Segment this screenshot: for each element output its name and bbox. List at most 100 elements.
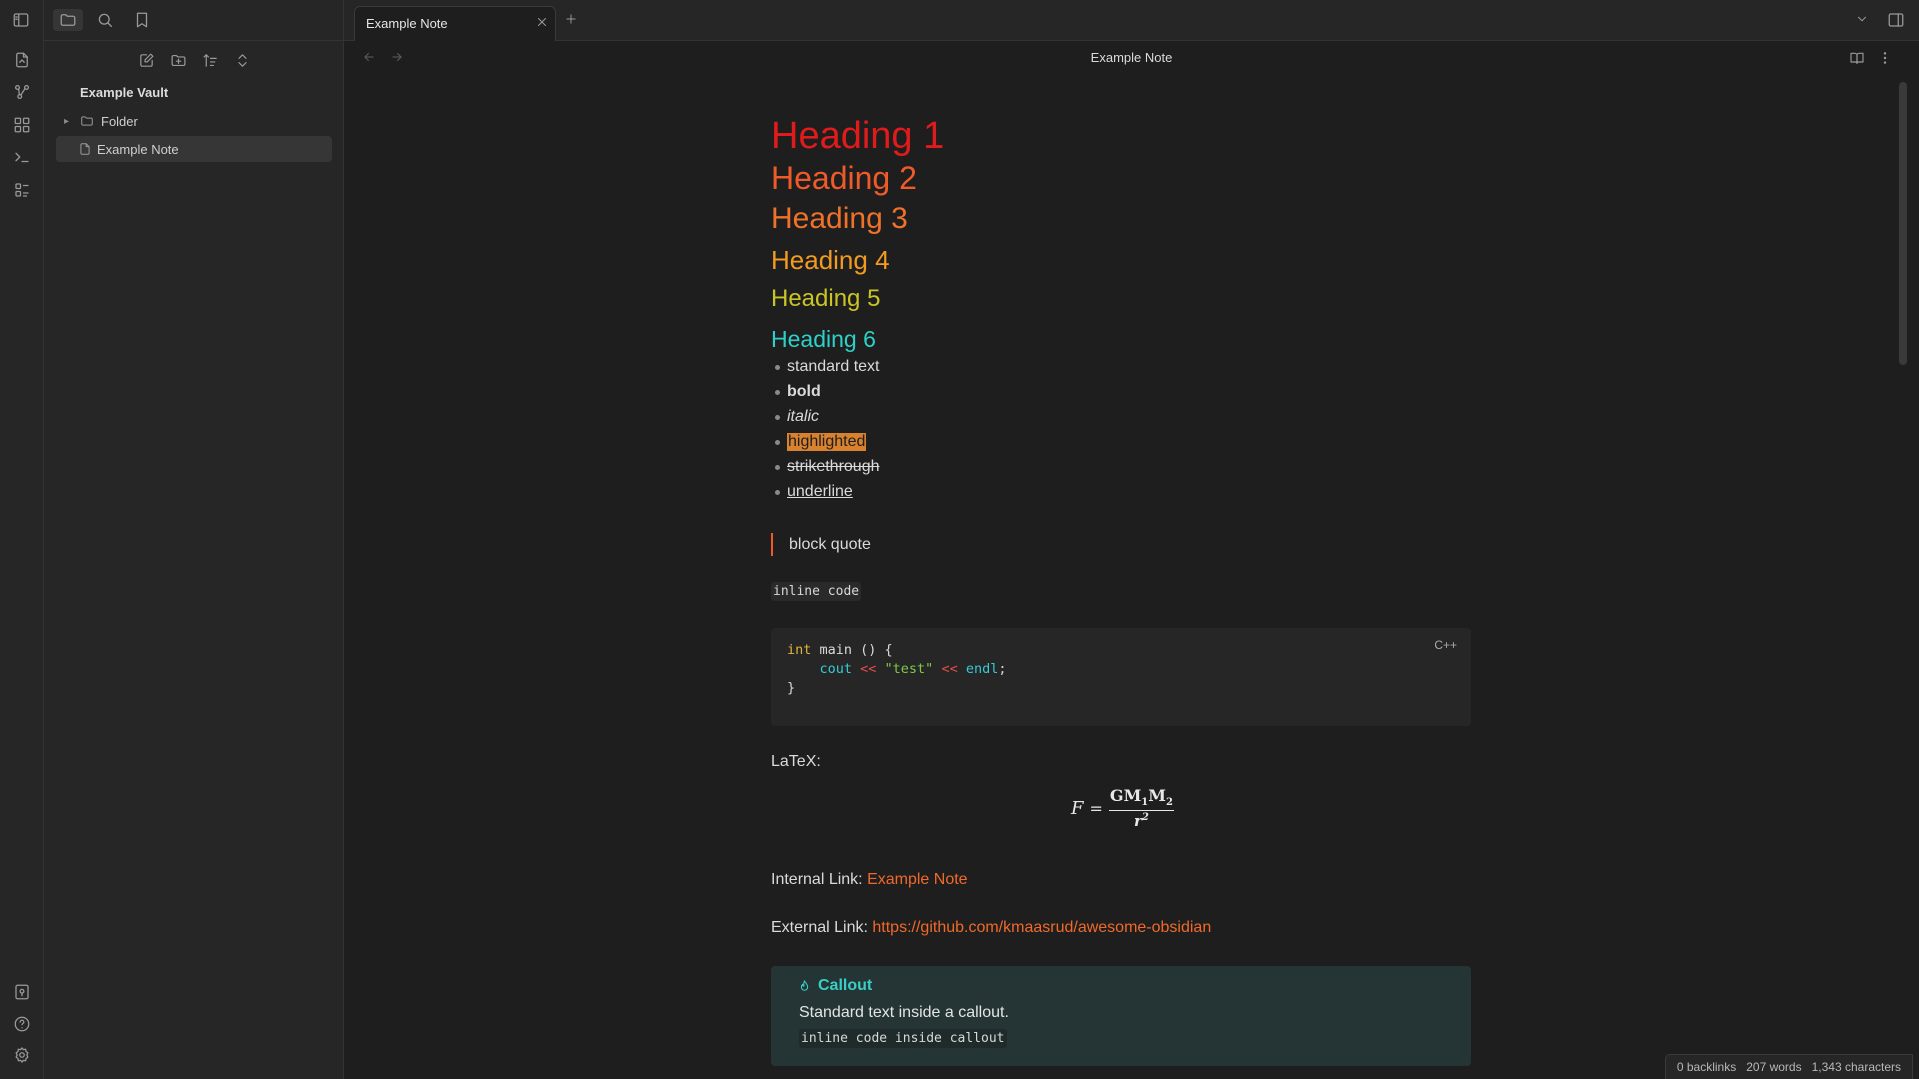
inline-code-span: inline code	[771, 582, 862, 601]
list-item: standard text	[771, 358, 880, 376]
ribbon	[0, 0, 44, 1079]
word-count: 207 words	[1746, 1060, 1802, 1074]
heading-4: Heading 4	[771, 245, 890, 275]
tab-title: Example Note	[366, 16, 448, 31]
latex-denominator: r2	[1134, 811, 1149, 830]
heading-5: Heading 5	[771, 285, 881, 312]
latex-sup: 2	[1141, 812, 1149, 824]
folder-icon	[80, 114, 94, 128]
bullet-dot	[775, 414, 780, 420]
search-tab-icon[interactable]	[90, 9, 120, 31]
heading-1: Heading 1	[771, 115, 945, 157]
templates-icon[interactable]	[12, 180, 32, 200]
standard-text: standard text	[787, 358, 880, 375]
collapse-all-icon[interactable]	[230, 49, 254, 71]
heading-6: Heading 6	[771, 326, 876, 352]
code-line-3: }	[787, 680, 795, 696]
new-tab-plus-icon[interactable]	[564, 12, 578, 26]
more-options-icon[interactable]	[1877, 50, 1893, 66]
vault-switcher-icon[interactable]	[12, 982, 32, 1002]
backlinks-count[interactable]: 0 backlinks	[1677, 1060, 1736, 1074]
command-palette-icon[interactable]	[12, 147, 32, 167]
inline-code-span: inline code inside callout	[799, 1029, 1007, 1048]
bullet-dot	[775, 364, 780, 370]
view-title[interactable]: Example Note	[344, 50, 1919, 65]
new-folder-icon[interactable]	[166, 49, 190, 71]
tab-example-note[interactable]: Example Note	[354, 6, 556, 41]
code-text: main () {	[811, 642, 893, 658]
settings-gear-icon[interactable]	[12, 1045, 32, 1065]
list-item: highlighted	[771, 433, 867, 451]
latex-numerator: GM1M2	[1108, 786, 1174, 812]
bookmarks-tab-icon[interactable]	[127, 9, 157, 31]
code-identifier: cout	[819, 661, 853, 677]
callout-inline-code: inline code inside callout	[799, 1029, 1007, 1048]
code-line-1: int main () {	[787, 642, 893, 658]
heading-2: Heading 2	[771, 160, 917, 196]
code-text: ;	[998, 661, 1007, 677]
callout-title: Callout	[797, 977, 872, 995]
canvas-icon[interactable]	[12, 115, 32, 135]
external-link-label: External Link:	[771, 919, 873, 936]
bullet-dot	[775, 439, 780, 445]
book-open-icon[interactable]	[1849, 50, 1865, 66]
underline-text: underline	[787, 483, 853, 500]
tree-file-item[interactable]: Example Note	[56, 136, 332, 162]
code-identifier: endl	[965, 661, 999, 677]
callout-title-text: Callout	[818, 977, 873, 994]
internal-link[interactable]: Example Note	[867, 871, 968, 888]
chevron-right-icon: ▸	[64, 115, 70, 127]
latex-sub: 2	[1165, 797, 1173, 809]
code-operator: <<	[852, 661, 885, 677]
tree-item-label: Example Note	[97, 141, 179, 157]
vault-name[interactable]: Example Vault	[80, 85, 168, 100]
callout: Callout Standard text inside a callout. …	[771, 966, 1471, 1066]
right-sidebar-toggle-icon[interactable]	[1887, 11, 1905, 29]
code-text: }	[787, 680, 796, 696]
graph-view-icon[interactable]	[12, 82, 32, 102]
tree-item-label: Folder	[101, 113, 138, 129]
internal-link-line: Internal Link: Example Note	[771, 871, 968, 889]
scrollbar[interactable]	[1899, 82, 1907, 365]
bullet-dot	[775, 489, 780, 495]
view-header: Example Note	[344, 41, 1919, 75]
file-icon	[78, 142, 92, 156]
italic-text: italic	[787, 408, 820, 425]
status-bar: 0 backlinks 207 words 1,343 characters	[1664, 1054, 1913, 1079]
latex-label: LaTeX:	[771, 753, 821, 770]
close-icon[interactable]	[535, 15, 549, 29]
quick-switcher-icon[interactable]	[12, 50, 32, 70]
code-block: C++ int main () { cout << "test" << endl…	[771, 628, 1471, 726]
chevron-down-icon[interactable]	[1855, 12, 1869, 26]
help-icon[interactable]	[12, 1014, 32, 1034]
bullet-dot	[775, 464, 780, 470]
file-explorer-tab-icon[interactable]	[53, 9, 83, 31]
latex-num-text: M	[1148, 786, 1166, 805]
list-item: strikethrough	[771, 458, 880, 476]
external-link[interactable]: https://github.com/kmaasrud/awesome-obsi…	[872, 919, 1211, 936]
bold-text: bold	[787, 383, 821, 400]
code-line-2: cout << "test" << endl;	[787, 661, 1007, 677]
character-count: 1,343 characters	[1811, 1060, 1901, 1074]
code-language-label: C++	[1434, 638, 1457, 652]
latex-equation: F = GM1M2 r2	[1071, 786, 1174, 830]
inline-code: inline code	[771, 582, 862, 601]
strikethrough-text: strikethrough	[787, 458, 880, 475]
flame-icon	[797, 979, 818, 994]
list-item: bold	[771, 383, 821, 401]
code-keyword: int	[787, 642, 812, 658]
code-string: "test"	[884, 661, 934, 677]
left-sidebar: Example Vault ▸ Folder Example Note	[44, 0, 344, 1079]
callout-body: Standard text inside a callout.	[799, 1004, 1009, 1021]
tree-folder-item[interactable]: ▸ Folder	[56, 108, 332, 134]
new-note-icon[interactable]	[134, 49, 158, 71]
latex-num-text: GM	[1109, 786, 1142, 805]
external-link-line: External Link: https://github.com/kmaasr…	[771, 919, 1211, 937]
latex-equals: =	[1089, 798, 1103, 818]
sidebar-toggle-icon[interactable]	[11, 10, 31, 30]
internal-link-label: Internal Link:	[771, 871, 868, 888]
tab-bar: Example Note	[344, 0, 1919, 41]
sort-order-icon[interactable]	[198, 49, 222, 71]
code-operator: <<	[933, 661, 966, 677]
